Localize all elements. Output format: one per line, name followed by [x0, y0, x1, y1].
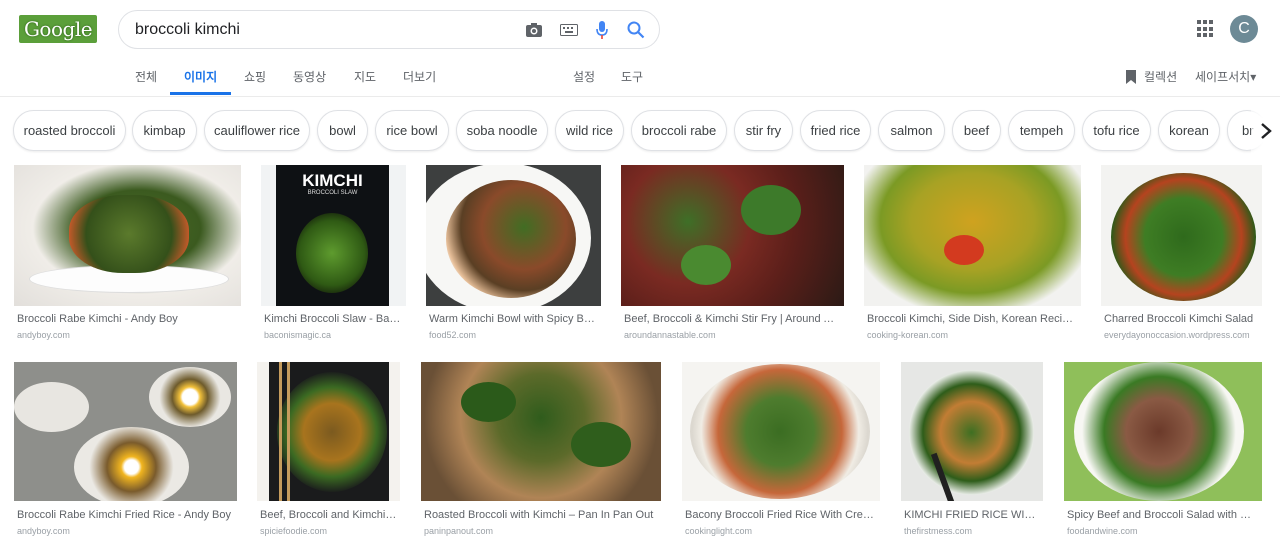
result-source: baconismagic.ca — [264, 330, 332, 340]
account-avatar[interactable]: C — [1230, 15, 1258, 43]
result-thumbnail[interactable] — [1101, 165, 1262, 306]
google-logo[interactable]: Google — [19, 15, 97, 43]
result-thumbnail[interactable] — [901, 362, 1043, 501]
result-source: andyboy.com — [17, 330, 70, 340]
related-search-chips: roasted broccoli kimbap cauliflower rice… — [0, 104, 1280, 158]
result-title[interactable]: Beef, Broccoli & Kimchi Stir Fry | Aroun… — [624, 313, 836, 325]
chip[interactable]: wild rice — [555, 110, 624, 151]
chip[interactable]: roasted broccoli — [13, 110, 126, 151]
chip[interactable]: bowl — [317, 110, 368, 151]
camera-icon[interactable] — [524, 20, 544, 40]
result-source: spiciefoodie.com — [260, 526, 328, 536]
microphone-icon[interactable] — [592, 20, 612, 40]
collections-link[interactable]: 컬렉션 — [1144, 68, 1177, 85]
result-source: paninpanout.com — [424, 526, 494, 536]
result-thumbnail[interactable] — [257, 362, 400, 501]
chip[interactable]: tempeh — [1008, 110, 1075, 151]
keyboard-icon[interactable] — [559, 20, 579, 40]
bookmark-icon[interactable] — [1125, 70, 1137, 89]
result-source: foodandwine.com — [1067, 526, 1138, 536]
header-divider — [0, 96, 1280, 97]
result-title[interactable]: Warm Kimchi Bowl with Spicy Broccoli — [429, 313, 597, 325]
result-title[interactable]: Roasted Broccoli with Kimchi – Pan In Pa… — [424, 509, 660, 521]
tab-shopping[interactable]: 쇼핑 — [244, 68, 266, 96]
chip[interactable]: beef — [952, 110, 1001, 151]
result-thumbnail[interactable] — [421, 362, 661, 501]
result-thumbnail[interactable] — [426, 165, 601, 306]
chip[interactable]: rice bowl — [375, 110, 449, 151]
result-thumbnail[interactable]: KIMCHI BROCCOLI SLAW — [261, 165, 406, 306]
tab-videos[interactable]: 동영상 — [293, 68, 326, 96]
result-thumbnail[interactable] — [14, 362, 237, 501]
result-source: thefirstmess.com — [904, 526, 973, 536]
tab-tools[interactable]: 도구 — [621, 68, 643, 96]
tab-more[interactable]: 더보기 — [403, 68, 436, 96]
chip[interactable]: salmon — [878, 110, 945, 151]
result-source: aroundannastable.com — [624, 330, 716, 340]
chevron-right-icon — [1261, 123, 1272, 139]
result-source: cooking-korean.com — [867, 330, 949, 340]
result-source: everydayonoccasion.wordpress.com — [1104, 330, 1250, 340]
result-title[interactable]: KIMCHI FRIED RICE WITH BROCCOLI — [904, 509, 1040, 521]
chip[interactable]: kimbap — [132, 110, 197, 151]
chips-next-button[interactable] — [1251, 104, 1280, 158]
search-input[interactable] — [135, 19, 515, 41]
chip[interactable]: korean — [1158, 110, 1220, 151]
chip[interactable]: soba noodle — [456, 110, 548, 151]
book-cover-title: KIMCHI — [302, 171, 363, 190]
result-title[interactable]: Broccoli Rabe Kimchi Fried Rice - Andy B… — [17, 509, 241, 521]
result-title[interactable]: Broccoli Kimchi, Side Dish, Korean Recip… — [867, 313, 1079, 325]
result-title[interactable]: Bacony Broccoli Fried Rice With Creamy K… — [685, 509, 875, 521]
chip[interactable]: stir fry — [734, 110, 793, 151]
chip[interactable]: cauliflower rice — [204, 110, 310, 151]
chip[interactable]: tofu rice — [1082, 110, 1151, 151]
result-source: andyboy.com — [17, 526, 70, 536]
result-thumbnail[interactable] — [682, 362, 880, 501]
result-title[interactable]: Broccoli Rabe Kimchi - Andy Boy — [17, 313, 241, 325]
chip[interactable]: fried rice — [800, 110, 871, 151]
tab-maps[interactable]: 지도 — [354, 68, 376, 96]
safesearch-toggle[interactable]: 세이프서치▾ — [1195, 68, 1256, 85]
result-title[interactable]: Spicy Beef and Broccoli Salad with Kimch… — [1067, 509, 1257, 521]
result-source: food52.com — [429, 330, 477, 340]
result-thumbnail[interactable] — [14, 165, 241, 306]
tab-settings[interactable]: 설정 — [573, 68, 595, 96]
result-title[interactable]: Charred Broccoli Kimchi Salad — [1104, 313, 1256, 325]
book-cover-subtitle: BROCCOLI SLAW — [307, 190, 358, 196]
search-icon[interactable] — [626, 20, 646, 40]
result-thumbnail[interactable] — [1064, 362, 1262, 501]
result-thumbnail[interactable] — [864, 165, 1081, 306]
result-title[interactable]: Kimchi Broccoli Slaw - Baconismagic — [264, 313, 402, 325]
apps-grid-icon[interactable] — [1197, 20, 1215, 38]
search-box — [118, 10, 660, 49]
result-source: cookinglight.com — [685, 526, 753, 536]
tab-all[interactable]: 전체 — [135, 68, 157, 96]
chip[interactable]: broccoli rabe — [631, 110, 727, 151]
result-title[interactable]: Beef, Broccoli and Kimchi | Spicie Foodi… — [260, 509, 398, 521]
active-tab-indicator — [170, 92, 231, 95]
result-thumbnail[interactable] — [621, 165, 844, 306]
